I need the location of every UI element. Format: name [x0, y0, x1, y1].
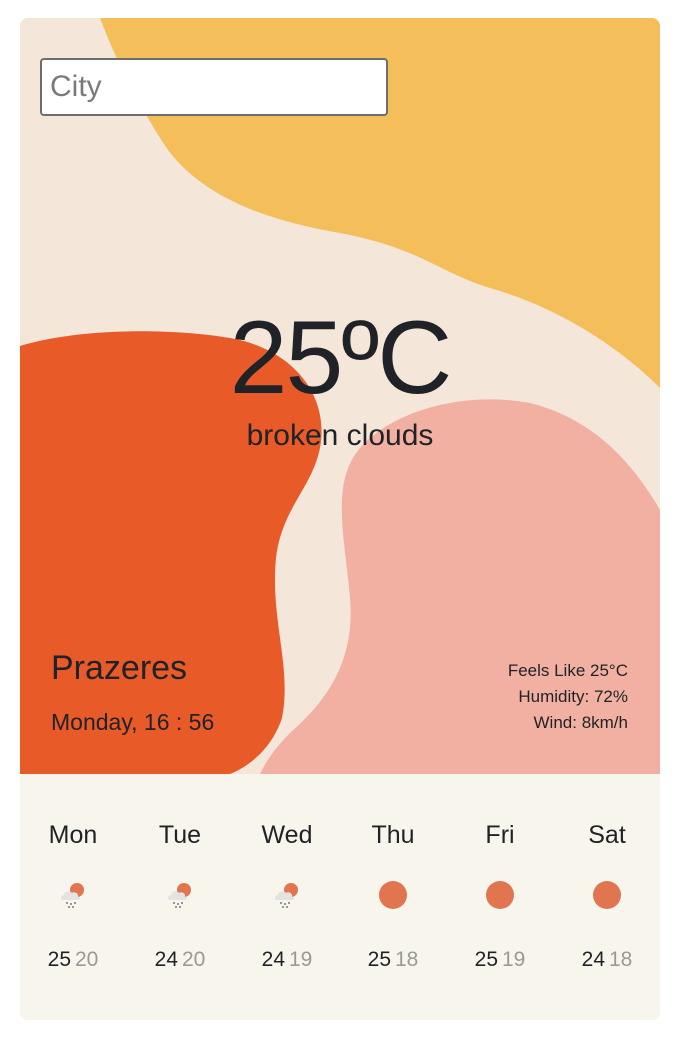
- forecast-temps: 25 20: [20, 946, 126, 974]
- forecast-day-name: Wed: [261, 821, 313, 849]
- forecast-day-name: Mon: [48, 821, 98, 849]
- rain-cloud-sun-icon: [167, 883, 191, 908]
- wind: Wind: 8km/h: [533, 713, 628, 732]
- forecast-day-name: Fri: [485, 821, 515, 849]
- forecast-low: 20: [182, 948, 206, 971]
- forecast-low: 20: [75, 948, 99, 971]
- forecast-low: 18: [395, 948, 419, 971]
- forecast-day-name: Thu: [371, 821, 415, 849]
- weather-description: broken clouds: [246, 419, 434, 452]
- sun-icon: [593, 881, 621, 909]
- weather-card: 25ºC broken clouds Prazeres Monday, 16 :…: [20, 18, 660, 1020]
- sun-icon: [486, 881, 514, 909]
- forecast-low: 19: [289, 948, 313, 971]
- forecast-temps: 25 19: [447, 946, 553, 974]
- forecast-high: 24: [261, 948, 285, 971]
- forecast-temps: 24 20: [127, 946, 233, 974]
- forecast-high: 24: [154, 948, 178, 971]
- current-datetime: Monday, 16 : 56: [51, 709, 215, 735]
- rain-cloud-sun-icon: [60, 883, 84, 908]
- forecast-panel: Mon 25 20 Tue 24 20 Wed 24 19 Thu 25 18 …: [20, 774, 660, 1020]
- humidity: Humidity: 72%: [518, 687, 628, 706]
- city-search-input[interactable]: [40, 58, 388, 116]
- rain-cloud-sun-icon: [274, 883, 298, 908]
- forecast-temps: 24 18: [554, 946, 660, 974]
- forecast-high: 25: [367, 948, 391, 971]
- forecast-low: 19: [502, 948, 526, 971]
- sun-icon: [379, 881, 407, 909]
- forecast-temps: 24 19: [234, 946, 340, 974]
- location-name: Prazeres: [51, 649, 188, 687]
- current-temperature: 25ºC: [229, 300, 453, 416]
- weather-details: Feels Like 25°C Humidity: 72% Wind: 8km/…: [508, 658, 628, 736]
- forecast-day-name: Tue: [158, 821, 202, 849]
- forecast-high: 25: [474, 948, 498, 971]
- feels-like: Feels Like 25°C: [507, 661, 628, 680]
- forecast-high: 24: [581, 948, 605, 971]
- forecast-high: 25: [47, 948, 71, 971]
- current-weather-panel: 25ºC broken clouds Prazeres Monday, 16 :…: [20, 18, 660, 774]
- forecast-day-name: Sat: [588, 821, 626, 849]
- forecast-temps: 25 18: [340, 946, 446, 974]
- forecast-low: 18: [609, 948, 633, 971]
